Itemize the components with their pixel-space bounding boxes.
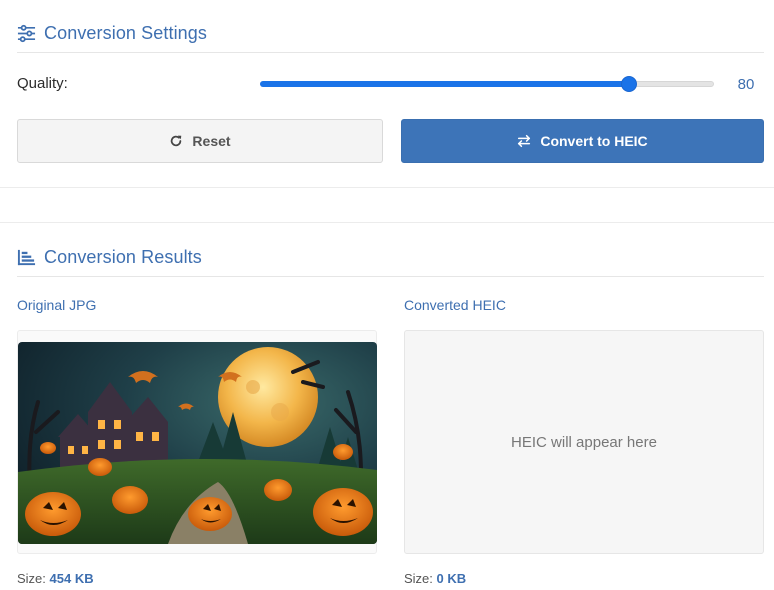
slider-fill [260,81,629,87]
converted-heic-label: Converted HEIC [404,297,506,313]
converted-size-prefix: Size: [404,571,437,586]
original-jpg-label: Original JPG [17,297,97,313]
quality-label: Quality: [17,75,68,92]
original-image [18,342,377,544]
convert-to-heic-button[interactable]: Convert to HEIC [401,119,764,163]
reset-button[interactable]: Reset [17,119,383,163]
original-size-prefix: Size: [17,571,50,586]
slider-thumb[interactable] [622,77,636,91]
halloween-scene-image [18,342,377,544]
bar-chart-icon [17,249,36,265]
quality-value: 80 [737,76,755,93]
reset-button-label: Reset [192,133,231,149]
sliders-icon [17,24,36,42]
quality-slider[interactable] [260,76,714,92]
swap-arrows-icon [518,134,531,148]
settings-header: Conversion Settings [17,14,764,53]
original-size-info: Size: 454 KB [17,571,94,586]
refresh-icon [171,135,182,147]
heic-preview-box: HEIC will appear here [404,330,764,554]
original-size-value: 454 KB [49,571,94,586]
settings-title: Conversion Settings [44,22,207,43]
original-preview-box [17,330,377,554]
conversion-settings-card: Conversion Settings Quality: 80 Reset Co… [0,0,774,188]
converted-size-info: Size: 0 KB [404,571,466,586]
heic-placeholder-text: HEIC will appear here [511,433,657,451]
convert-button-label: Convert to HEIC [540,133,648,149]
results-header: Conversion Results [17,238,764,277]
converted-size-value: 0 KB [436,571,467,586]
results-title: Conversion Results [44,246,202,267]
